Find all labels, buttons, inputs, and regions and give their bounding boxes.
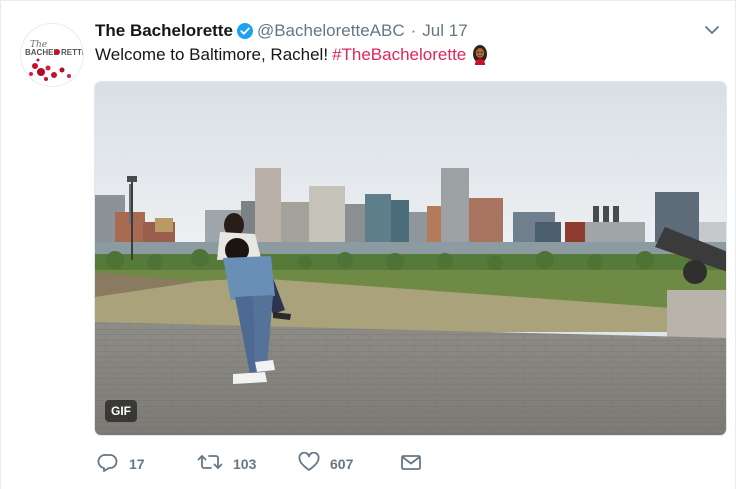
envelope-icon [400, 452, 422, 475]
tweet-card[interactable]: The BACHEL RETTE The Bachelorette @Bache… [0, 0, 736, 489]
retweet-button[interactable]: 103 [197, 452, 298, 475]
tweet-actions: 17 103 607 [97, 451, 422, 475]
svg-text:BACHEL: BACHEL [25, 48, 58, 57]
avatar[interactable]: The BACHEL RETTE [20, 23, 84, 87]
tweet-body: Welcome to Baltimore, Rachel! [95, 45, 329, 64]
tweet-header: The Bachelorette @BacheloretteABC · Jul … [95, 20, 468, 42]
like-button[interactable]: 607 [298, 451, 400, 475]
reply-count: 17 [129, 455, 145, 472]
author-username[interactable]: @BacheloretteABC [257, 20, 405, 42]
baltimore-scene-image [95, 82, 726, 435]
reply-icon [97, 452, 119, 475]
header-separator: · [410, 21, 417, 40]
author-fullname[interactable]: The Bachelorette [95, 20, 233, 42]
heart-icon [298, 451, 320, 475]
tweet-timestamp[interactable]: Jul 17 [422, 20, 467, 42]
verified-badge-icon [236, 23, 253, 39]
retweet-icon [197, 452, 223, 475]
direct-message-button[interactable] [400, 452, 422, 475]
svg-text:RETTE: RETTE [61, 48, 84, 57]
like-count: 607 [330, 455, 354, 472]
reply-button[interactable]: 17 [97, 452, 197, 475]
hashtag-link[interactable]: #TheBachelorette [332, 44, 466, 66]
gif-media[interactable]: GIF [94, 81, 727, 436]
woman-emoji-icon [472, 45, 488, 65]
retweet-count: 103 [233, 455, 257, 472]
tweet-text: Welcome to Baltimore, Rachel! #TheBachel… [95, 44, 488, 66]
bachelorette-logo: The BACHEL RETTE [21, 24, 84, 86]
chevron-down-icon[interactable] [703, 23, 721, 37]
gif-badge: GIF [105, 400, 137, 422]
